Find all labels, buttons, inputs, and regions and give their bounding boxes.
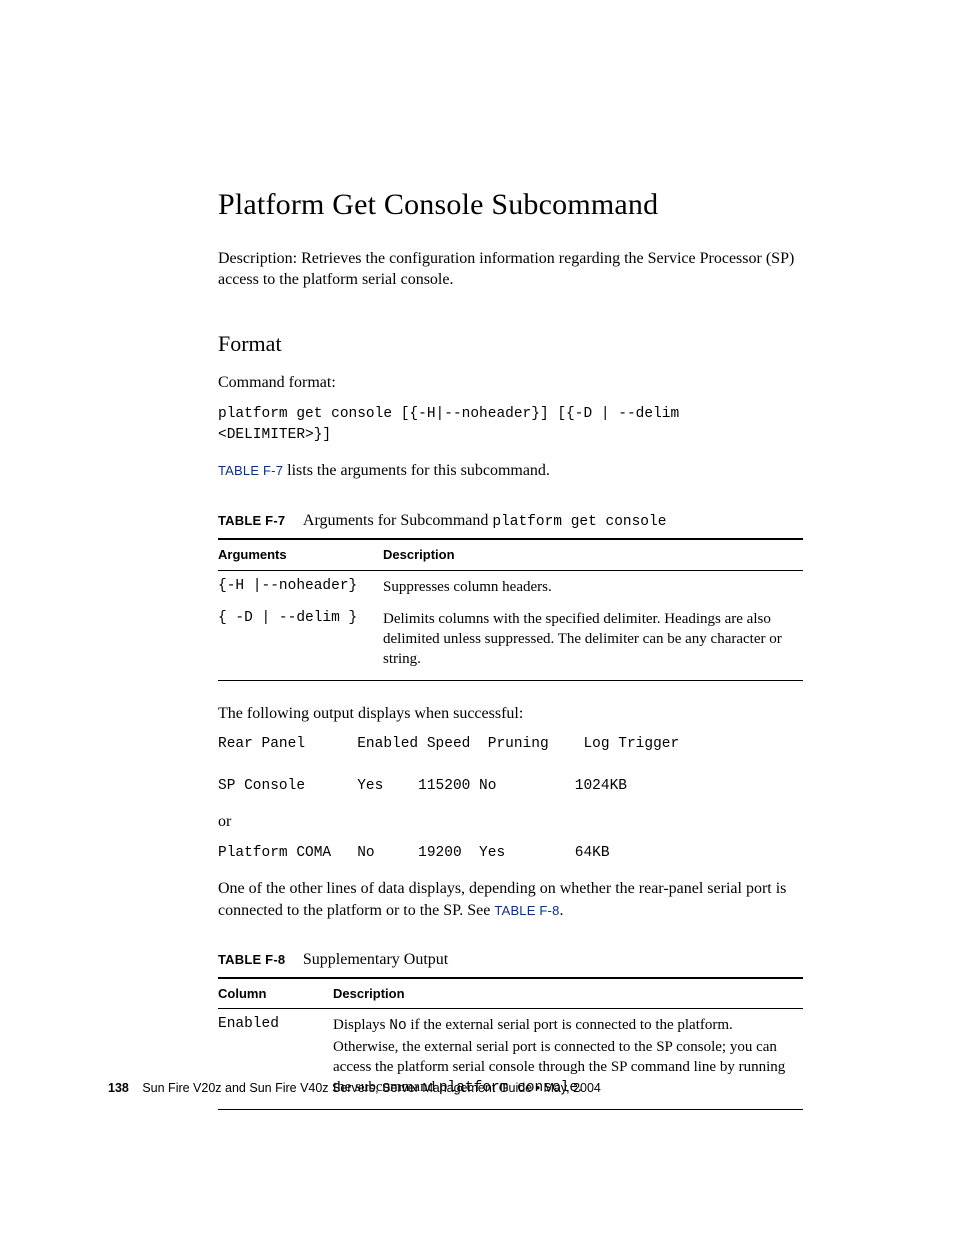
table-f7-ref-text: lists the arguments for this subcommand. — [283, 462, 550, 479]
after-output-paragraph: One of the other lines of data displays,… — [218, 878, 803, 921]
page-title: Platform Get Console Subcommand — [218, 185, 803, 226]
output-intro: The following output displays when succe… — [218, 703, 803, 725]
page-footer: 138 Sun Fire V20z and Sun Fire V40z Serv… — [108, 1080, 601, 1097]
table-f7-label: TABLE F-7 — [218, 513, 285, 528]
table-f8-caption: TABLE F-8 Supplementary Output — [218, 949, 803, 971]
xref-table-f8[interactable]: TABLE F-8 — [494, 903, 559, 918]
arg-cell: {-H |--noheader} — [218, 570, 383, 603]
table-row: {-H |--noheader} Suppresses column heade… — [218, 570, 803, 603]
page-content: Platform Get Console Subcommand Descript… — [218, 185, 803, 1110]
or-text: or — [218, 811, 803, 833]
output-block-2: Platform COMA No 19200 Yes 64KB — [218, 843, 803, 864]
page-number: 138 — [108, 1081, 129, 1095]
arg-cell: { -D | --delim } — [218, 603, 383, 680]
command-format-code: platform get console [{-H|--noheader}] [… — [218, 404, 803, 446]
table-f8-head-column: Column — [218, 978, 333, 1009]
output-block-1: Rear Panel Enabled Speed Pruning Log Tri… — [218, 734, 803, 797]
table-f8-caption-text: Supplementary Output — [303, 951, 448, 968]
table-f7-head-arguments: Arguments — [218, 539, 383, 570]
description-paragraph: Description: Retrieves the configuration… — [218, 248, 803, 291]
table-f8-head-description: Description — [333, 978, 803, 1009]
table-f7: Arguments Description {-H |--noheader} S… — [218, 538, 803, 681]
command-format-label: Command format: — [218, 372, 803, 394]
format-heading: Format — [218, 329, 803, 359]
desc-cell: Delimits columns with the specified deli… — [383, 603, 803, 680]
table-row: { -D | --delim } Delimits columns with t… — [218, 603, 803, 680]
table-f7-caption-text: Arguments for Subcommand platform get co… — [303, 512, 667, 529]
table-f8-label: TABLE F-8 — [218, 952, 285, 967]
footer-text: Sun Fire V20z and Sun Fire V40z Servers,… — [142, 1081, 601, 1095]
table-f7-caption: TABLE F-7 Arguments for Subcommand platf… — [218, 510, 803, 533]
table-f7-head-description: Description — [383, 539, 803, 570]
table-f7-reference: TABLE F-7 lists the arguments for this s… — [218, 460, 803, 482]
desc-cell: Suppresses column headers. — [383, 570, 803, 603]
xref-table-f7[interactable]: TABLE F-7 — [218, 463, 283, 478]
